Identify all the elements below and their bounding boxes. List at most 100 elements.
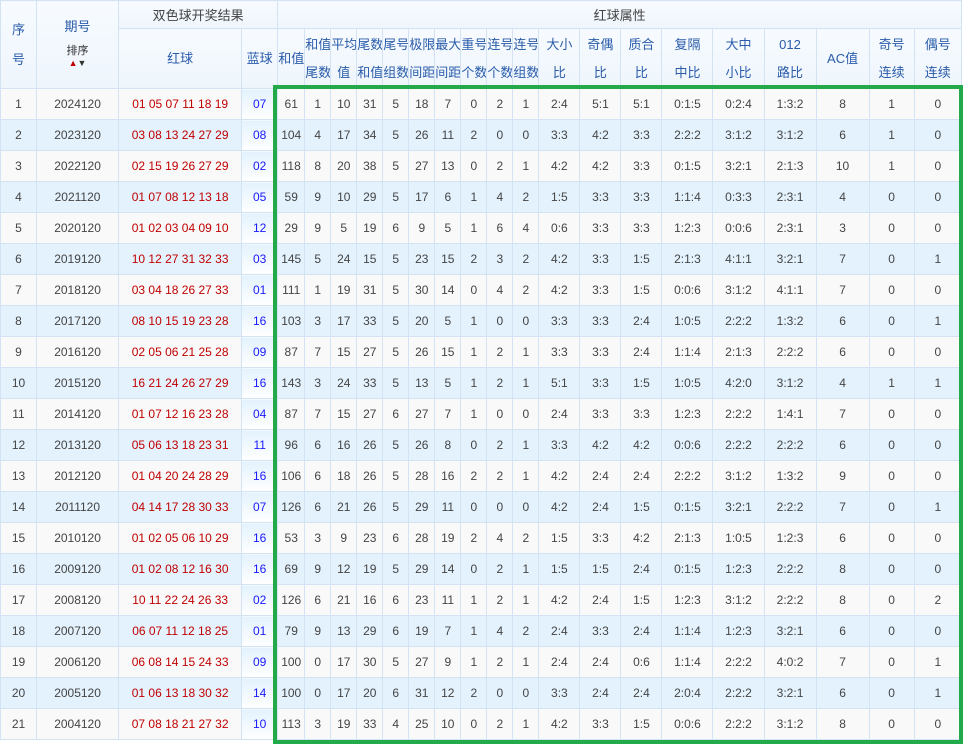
attr-cell: 4:2	[579, 119, 622, 151]
attr-cell: 1	[512, 88, 540, 120]
sort-down-icon[interactable]: ▼	[78, 58, 87, 68]
attr-cell: 3:3	[620, 181, 663, 213]
attr-cell: 6	[382, 677, 410, 709]
attr-cell: 1:1:4	[661, 615, 714, 647]
red-balls-cell: 06 08 14 15 24 33	[118, 646, 243, 678]
attr-cell: 118	[277, 150, 306, 182]
header-blue: 蓝球	[241, 28, 279, 89]
attr-cell: 17	[330, 119, 358, 151]
attr-cell: 3:1:2	[712, 460, 765, 492]
issue-cell: 2023120	[36, 119, 120, 151]
issue-cell: 2008120	[36, 584, 120, 616]
attr-cell: 29	[356, 181, 384, 213]
attr-cell: 59	[277, 181, 306, 213]
issue-cell: 2005120	[36, 677, 120, 709]
attr-cell: 2:2:2	[661, 119, 714, 151]
attr-cell: 0	[460, 708, 488, 740]
attr-cell: 19	[434, 522, 462, 554]
red-balls-cell: 10 11 22 24 26 33	[118, 584, 243, 616]
attr-cell: 15	[330, 398, 358, 430]
red-balls-cell: 01 07 12 16 23 28	[118, 398, 243, 430]
attr-cell: 1	[512, 429, 540, 461]
attr-cell: 2	[460, 119, 488, 151]
blue-ball-cell: 16	[241, 522, 279, 554]
attr-cell: 4	[486, 615, 514, 647]
attr-cell: 10	[330, 88, 358, 120]
attr-cell: 27	[356, 398, 384, 430]
attr-cell: 23	[408, 584, 436, 616]
attr-cell: 1	[913, 677, 963, 709]
blue-ball-cell: 01	[241, 274, 279, 306]
attr-cell: 2	[512, 274, 540, 306]
attr-cell: 1	[868, 150, 915, 182]
attr-cell: 5	[382, 460, 410, 492]
attr-cell: 2:4	[620, 553, 663, 585]
red-balls-cell: 01 02 05 06 10 29	[118, 522, 243, 554]
attr-cell: 17	[330, 646, 358, 678]
attr-cell: 2:3:1	[763, 212, 817, 244]
attr-cell: 0	[512, 305, 540, 337]
attr-cell: 18	[330, 460, 358, 492]
attr-cell: 5	[382, 243, 410, 275]
attr-cell: 2:4	[579, 460, 622, 492]
attr-cell: 1:0:5	[661, 367, 714, 399]
header-attr-line: 大中	[725, 36, 752, 52]
blue-ball-cell: 07	[241, 491, 279, 523]
attr-cell: 31	[408, 677, 436, 709]
attr-cell: 1:1:4	[661, 336, 714, 368]
attr-cell: 1:4:1	[763, 398, 817, 430]
attr-cell: 4:1:1	[763, 274, 817, 306]
attr-cell: 33	[356, 708, 384, 740]
attr-cell: 27	[408, 398, 436, 430]
attr-cell: 1	[868, 367, 915, 399]
attr-cell: 26	[356, 429, 384, 461]
attr-cell: 1	[913, 646, 963, 678]
issue-cell: 2014120	[36, 398, 120, 430]
header-attr: 偶号 连续	[913, 28, 963, 89]
attr-cell: 3:3	[620, 212, 663, 244]
attr-cell: 6	[304, 584, 332, 616]
sort-control[interactable]: 排序 ▲▼	[38, 45, 118, 69]
attr-cell: 0	[304, 677, 332, 709]
attr-cell: 3:3	[579, 305, 622, 337]
header-attr-line: 和值	[278, 50, 305, 66]
issue-cell: 2019120	[36, 243, 120, 275]
attr-cell: 2:0:4	[661, 677, 714, 709]
sort-up-icon[interactable]: ▲	[69, 58, 78, 68]
header-attr-line: 奇号	[878, 36, 905, 52]
seq-cell: 3	[0, 150, 38, 182]
issue-cell: 2024120	[36, 88, 120, 120]
header-attr-line: 尾数	[357, 36, 383, 52]
attr-cell: 2:1:3	[763, 150, 817, 182]
header-attr: 和值	[277, 28, 306, 89]
attr-cell: 111	[277, 274, 306, 306]
blue-ball-cell: 04	[241, 398, 279, 430]
attr-cell: 113	[277, 708, 306, 740]
attr-cell: 9	[304, 212, 332, 244]
attr-cell: 19	[330, 274, 358, 306]
header-attr-line: 个数	[461, 64, 487, 80]
attr-cell: 0	[913, 553, 963, 585]
red-balls-cell: 04 14 17 28 30 33	[118, 491, 243, 523]
table-row: 16 2009120 01 02 08 12 16 30 16 69 9 12 19 5 29 14…	[0, 553, 963, 585]
attr-cell: 0	[868, 429, 915, 461]
attr-cell: 3:3	[538, 677, 581, 709]
attr-cell: 145	[277, 243, 306, 275]
attr-cell: 0	[868, 677, 915, 709]
attr-cell: 0	[868, 305, 915, 337]
header-attr-line: 奇偶	[587, 36, 614, 52]
attr-cell: 8	[815, 553, 870, 585]
attr-cell: 1:5	[538, 522, 581, 554]
attr-cell: 4	[486, 181, 514, 213]
attr-cell: 6	[815, 336, 870, 368]
table-row: 20 2005120 01 06 13 18 30 32 14 100 0 17 20 6 31 1…	[0, 677, 963, 709]
attr-cell: 3:3	[579, 708, 622, 740]
attr-cell: 1	[868, 119, 915, 151]
attr-cell: 9	[304, 615, 332, 647]
attr-cell: 3	[304, 367, 332, 399]
attr-cell: 2:2:2	[712, 646, 765, 678]
issue-cell: 2009120	[36, 553, 120, 585]
attr-cell: 9	[330, 522, 358, 554]
issue-cell: 2010120	[36, 522, 120, 554]
table-row: 11 2014120 01 07 12 16 23 28 04 87 7 15 27 6 27 7 1…	[0, 398, 963, 430]
